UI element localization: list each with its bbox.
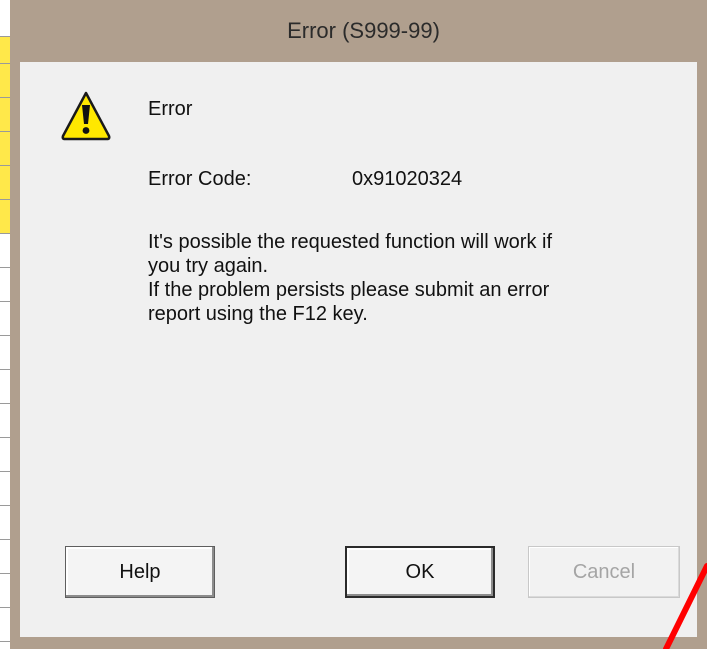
screen: Error (S999-99) Error Error Code: 0x9102…	[0, 0, 707, 649]
message-line: report using the F12 key.	[148, 303, 368, 325]
message-line: If the problem persists please submit an…	[148, 279, 550, 301]
message-line: It's possible the requested function wil…	[148, 231, 553, 253]
dialog-title: Error (S999-99)	[287, 18, 440, 43]
error-heading: Error	[148, 98, 193, 120]
help-button[interactable]: Help	[65, 546, 215, 598]
cancel-button[interactable]: Cancel	[528, 546, 680, 598]
message-line: you try again.	[148, 255, 269, 277]
error-code-label: Error Code:	[148, 168, 252, 190]
error-message: It's possible the requested function wil…	[148, 230, 658, 326]
warning-icon	[61, 91, 111, 141]
error-dialog: Error (S999-99) Error Error Code: 0x9102…	[10, 0, 707, 649]
ok-button[interactable]: OK	[345, 546, 495, 598]
dialog-body: Error Error Code: 0x91020324 It's possib…	[20, 62, 697, 637]
error-code-value: 0x91020324	[352, 168, 463, 190]
title-bar[interactable]: Error (S999-99)	[10, 0, 707, 62]
